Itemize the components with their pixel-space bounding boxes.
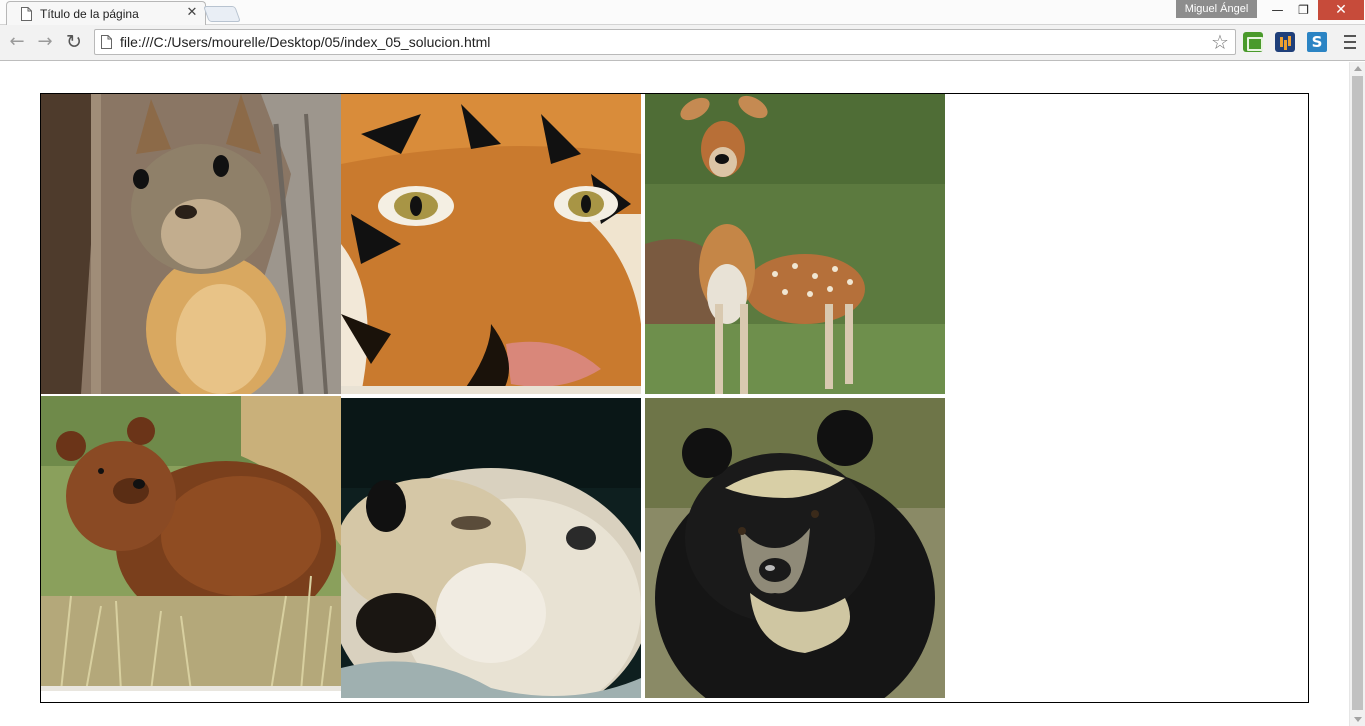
address-bar[interactable]: file:///C:/Users/mourelle/Desktop/05/ind… <box>94 29 1236 55</box>
close-window-button[interactable]: ✕ <box>1318 0 1364 20</box>
minimize-button[interactable]: — <box>1264 0 1291 20</box>
menu-icon[interactable] <box>1342 31 1358 53</box>
brown-bear-photo <box>41 396 341 691</box>
print-icon[interactable] <box>1243 32 1263 52</box>
scroll-up-arrow-icon[interactable] <box>1354 66 1362 71</box>
sea-otter-photo <box>341 398 641 698</box>
bookmark-star-icon[interactable]: ☆ <box>1211 31 1229 53</box>
back-arrow-icon[interactable]: ← <box>6 31 28 53</box>
tab-close-icon[interactable]: ✕ <box>185 6 199 20</box>
spectacled-bear-photo <box>645 398 945 698</box>
scroll-down-arrow-icon[interactable] <box>1354 717 1362 722</box>
tiger-photo <box>341 94 641 394</box>
new-tab-button[interactable] <box>203 6 241 22</box>
page-icon <box>21 7 32 21</box>
profile-button[interactable]: Miguel Ángel <box>1176 0 1257 18</box>
reload-icon[interactable]: ↻ <box>63 31 85 53</box>
photo-gallery <box>40 93 1309 703</box>
url-text[interactable]: file:///C:/Users/mourelle/Desktop/05/ind… <box>120 34 490 50</box>
page-icon <box>101 35 112 49</box>
s-extension-icon[interactable] <box>1307 32 1327 52</box>
scrollbar-thumb[interactable] <box>1352 76 1363 710</box>
squirrel-photo <box>41 94 341 394</box>
deer-photo <box>645 94 945 394</box>
page-viewport <box>0 62 1349 726</box>
vertical-scrollbar[interactable] <box>1349 62 1365 726</box>
chart-extension-icon[interactable] <box>1275 32 1295 52</box>
forward-arrow-icon[interactable]: → <box>34 31 56 53</box>
browser-tab[interactable]: Título de la página ✕ <box>6 1 206 26</box>
browser-toolbar: ← → ↻ file:///C:/Users/mourelle/Desktop/… <box>0 25 1365 61</box>
window-titlebar: Título de la página ✕ Miguel Ángel — ❐ ✕ <box>0 0 1365 26</box>
tab-title: Título de la página <box>40 7 139 21</box>
maximize-button[interactable]: ❐ <box>1290 0 1317 20</box>
